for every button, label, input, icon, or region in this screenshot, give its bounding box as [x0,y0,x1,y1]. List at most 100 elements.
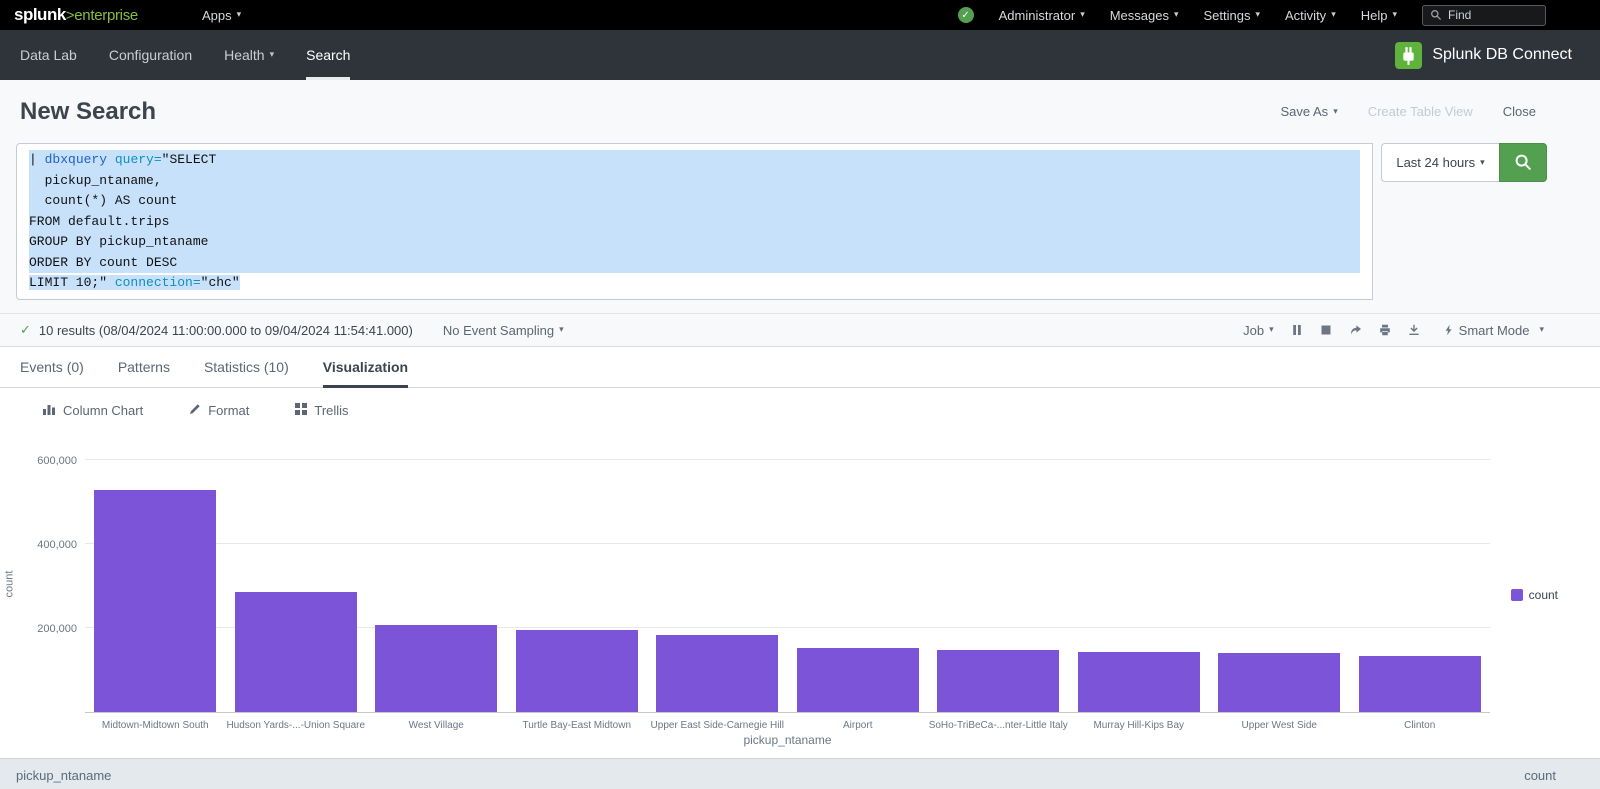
time-range-picker[interactable]: Last 24 hours▾ [1381,143,1499,182]
legend-swatch [1511,589,1523,601]
export-download-icon [1408,324,1420,336]
tab-events-0[interactable]: Events (0) [20,347,84,387]
bar-cell [1209,653,1350,712]
bar-cell [1350,656,1491,712]
bar-cell [507,630,648,712]
nav-item-data-lab[interactable]: Data Lab [20,30,77,80]
query-token: | [29,152,45,167]
smart-mode-bolt-icon [1443,324,1454,336]
trellis-icon [295,403,307,418]
stop-button[interactable] [1320,324,1332,336]
x-tick-label: Hudson Yards-...-Union Square [226,716,367,731]
viz-trellis-button[interactable]: Trellis [295,403,348,418]
nav-item-label: Configuration [109,47,192,63]
chart-bar-west-village[interactable] [375,625,497,712]
menu-administrator[interactable]: Administrator▾ [999,8,1085,23]
query-token: dbxquery [45,152,107,167]
results-summary: 10 results (08/04/2024 11:00:00.000 to 0… [39,323,413,338]
x-tick-label: SoHo-TriBeCa-...nter-Little Italy [928,716,1069,731]
search-button[interactable] [1499,143,1547,182]
action-close[interactable]: Close [1503,104,1536,119]
menu-activity[interactable]: Activity▾ [1285,8,1336,23]
chart-bar-upper-east-side-carnegie-hill[interactable] [656,635,778,712]
chart-bar-hudson-yards-union-square[interactable] [235,592,357,713]
action-save-as[interactable]: Save As▾ [1280,104,1337,119]
health-check-icon[interactable]: ✓ [958,7,974,23]
pause-button[interactable] [1291,324,1303,336]
chart-bar-clinton[interactable] [1359,656,1481,712]
print-icon [1379,324,1391,336]
db-connect-icon [1395,42,1422,69]
chevron-down-icon: ▾ [1331,10,1336,20]
smart-mode-menu[interactable]: Smart Mode ▾ [1443,323,1544,338]
action-label: Create Table View [1368,104,1473,119]
bar-cell [85,490,226,712]
query-token: FROM default.trips [29,214,169,229]
nav-item-configuration[interactable]: Configuration [109,30,192,80]
bar-cell [788,648,929,712]
chevron-down-icon: ▾ [1539,325,1544,335]
menu-settings[interactable]: Settings▾ [1204,8,1261,23]
query-selection: LIMIT 10;" connection="chc" [29,275,240,290]
viz-format-button[interactable]: Format [189,403,249,418]
x-tick-label: Upper West Side [1209,716,1350,731]
chart-legend[interactable]: count [1511,588,1558,602]
smart-mode-label: Smart Mode [1459,323,1530,338]
apps-menu[interactable]: Apps ▾ [202,8,241,23]
job-controls: Job▾ Smart Mode ▾ [1243,323,1544,338]
results-tabs: Events (0) Patterns Statistics (10) Visuali… [0,347,1600,388]
apps-menu-label: Apps [202,8,232,23]
menu-label: Settings [1204,8,1251,23]
column-header-count[interactable]: count [1524,768,1556,789]
menu-label: Help [1361,8,1388,23]
splunk-logo[interactable]: splunk>enterprise [14,5,138,25]
chart-bar-soho-tribeca-nter-little-italy[interactable] [937,650,1059,712]
menu-messages[interactable]: Messages▾ [1110,8,1179,23]
x-tick-label: Turtle Bay-East Midtown [507,716,648,731]
page-title: New Search [20,98,156,126]
export-button[interactable] [1408,324,1420,336]
event-sampling-menu[interactable]: No Event Sampling ▾ [443,323,564,338]
print-button[interactable] [1379,324,1391,336]
tab-patterns[interactable]: Patterns [118,347,170,387]
chart-plot: 200,000400,000600,000 [85,455,1490,713]
job-menu[interactable]: Job▾ [1243,323,1274,338]
find-search-box[interactable] [1422,5,1546,26]
column-header-pickup-ntaname[interactable]: pickup_ntaname [16,768,111,789]
time-range-label: Last 24 hours [1396,155,1475,170]
viz-column-chart-button[interactable]: Column Chart [42,403,143,418]
page-header: New Search Save As▾ Create Table View Clos… [0,80,1600,143]
query-token: connection= [115,275,201,290]
chevron-down-icon: ▾ [237,10,242,20]
viz-item-label: Column Chart [63,403,143,418]
query-token: ORDER BY count DESC [29,255,177,270]
logo-text-splunk: splunk [14,5,66,25]
chart-bars [85,455,1490,712]
job-menu-label: Job [1243,323,1264,338]
x-axis-labels: Midtown-Midtown SouthHudson Yards-...-Un… [85,716,1490,731]
nav-item-health[interactable]: Health▾ [224,30,274,80]
tab-statistics-10[interactable]: Statistics (10) [204,347,289,387]
chart-bar-turtle-bay-east-midtown[interactable] [516,630,638,712]
query-line: | dbxquery query="SELECT [29,150,1360,171]
nav-item-search[interactable]: Search [306,30,350,80]
topbar-right-menus: ✓ Administrator▾Messages▾Settings▾Activi… [958,5,1586,26]
app-title[interactable]: Splunk DB Connect [1395,30,1572,80]
chart-bar-midtown-midtown-south[interactable] [94,490,216,712]
query-token: query= [115,152,162,167]
find-input[interactable] [1448,8,1536,22]
chart-bar-upper-west-side[interactable] [1218,653,1340,712]
share-button[interactable] [1349,324,1362,336]
bar-cell [928,650,1069,712]
chart-bar-airport[interactable] [797,648,919,712]
chevron-down-icon: ▾ [559,325,564,335]
y-axis-title: count [3,571,15,598]
chart-bar-murray-hill-kips-bay[interactable] [1078,652,1200,712]
results-bar: ✓ 10 results (08/04/2024 11:00:00.000 to… [0,313,1600,347]
nav-item-label: Health [224,47,264,63]
event-sampling-label: No Event Sampling [443,323,554,338]
search-query-input[interactable]: | dbxquery query="SELECT pickup_ntaname,… [16,143,1373,300]
menu-help[interactable]: Help▾ [1361,8,1397,23]
x-tick-label: Murray Hill-Kips Bay [1069,716,1210,731]
tab-visualization[interactable]: Visualization [323,347,408,387]
